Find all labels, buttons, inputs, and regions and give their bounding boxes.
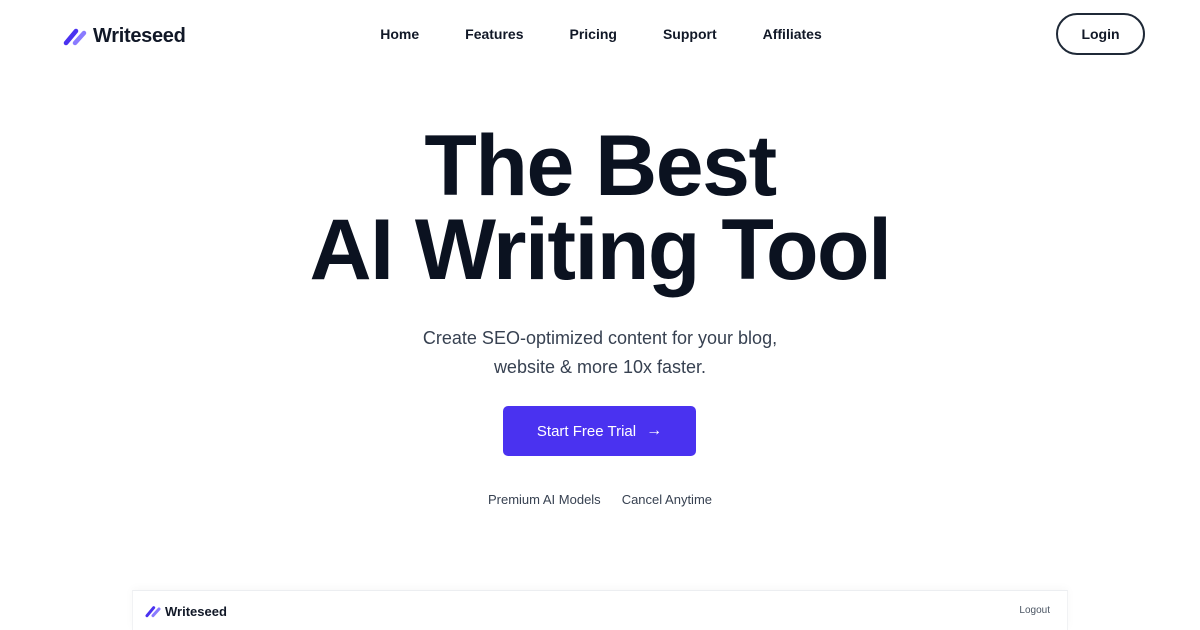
feature-premium-ai-models: Premium AI Models <box>487 492 601 507</box>
hero-subtitle-line-1: Create SEO-optimized content for your bl… <box>422 328 778 348</box>
brand-logo[interactable]: Writeseed <box>63 24 186 48</box>
nav-link-affiliates[interactable]: Affiliates <box>740 24 845 44</box>
app-preview: Writeseed Logout <box>132 590 1068 630</box>
preview-brand-logo: Writeseed <box>145 603 227 619</box>
hero-subtitle: Create SEO-optimized content for your bl… <box>0 324 1200 382</box>
hero-title-line-1: The Best <box>424 118 777 214</box>
feature-list: Premium AI Models Cancel Anytime <box>0 492 1200 507</box>
writeseed-logo-icon <box>145 606 161 618</box>
preview-logout-link[interactable]: Logout <box>1019 605 1050 616</box>
start-free-trial-button[interactable]: Start Free Trial → <box>503 406 696 456</box>
nav-link-features[interactable]: Features <box>442 24 546 44</box>
landing-page: Writeseed Home Features Pricing Support … <box>0 0 1200 630</box>
brand-name: Writeseed <box>93 24 186 47</box>
cta-label: Start Free Trial <box>536 422 637 440</box>
nav-link-pricing[interactable]: Pricing <box>547 24 640 44</box>
arrow-right-icon: → <box>646 422 663 439</box>
preview-brand-name: Writeseed <box>165 603 227 619</box>
writeseed-logo-icon <box>63 28 87 46</box>
hero-title-line-2: AI Writing Tool <box>309 202 892 298</box>
nav-link-home[interactable]: Home <box>357 24 442 44</box>
nav-link-support[interactable]: Support <box>640 24 740 44</box>
login-button[interactable]: Login <box>1056 13 1145 55</box>
feature-cancel-anytime: Cancel Anytime <box>621 492 713 507</box>
hero-title: The Best AI Writing Tool <box>0 118 1200 298</box>
hero-subtitle-line-2: website & more 10x faster. <box>493 357 707 377</box>
